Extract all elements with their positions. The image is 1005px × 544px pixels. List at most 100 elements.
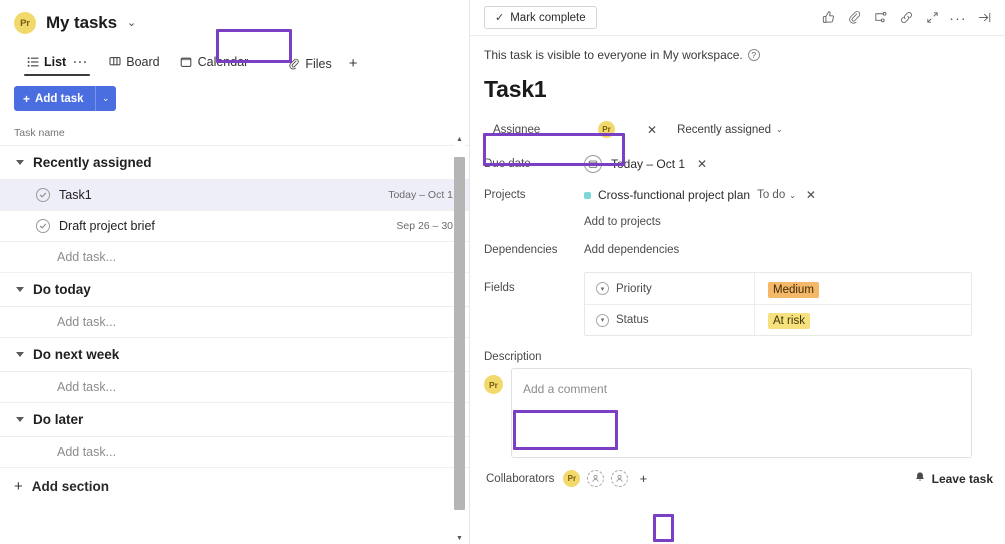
tab-board[interactable]: Board: [98, 51, 169, 76]
priority-badge: Medium: [768, 281, 819, 298]
task-list-scrollbar[interactable]: ▲ ▼: [454, 133, 465, 544]
section-label: Do later: [33, 412, 84, 427]
add-to-projects-group[interactable]: Add to projects: [584, 216, 1005, 228]
project-status-label: To do: [757, 189, 786, 201]
fields-label: Fields: [484, 282, 515, 294]
task-title[interactable]: Task1: [470, 62, 1005, 113]
comment-avatar: Pr: [484, 375, 503, 394]
scroll-down-icon[interactable]: ▼: [454, 532, 465, 544]
help-icon[interactable]: ?: [747, 49, 760, 61]
section-header-recently-assigned[interactable]: Recently assigned: [0, 146, 469, 180]
due-date-label: Due date: [484, 157, 531, 170]
workspace-header: Pr My tasks ⌄ List ··· Board Calendar Fi…: [0, 0, 469, 76]
thumbs-up-icon[interactable]: [815, 5, 841, 31]
add-task-dropdown-button[interactable]: ⌄: [94, 86, 116, 111]
tab-files[interactable]: Files: [281, 57, 337, 71]
collaborator-placeholder-avatar[interactable]: [611, 470, 629, 487]
task-detail-toolbar: ✓ Mark complete ···: [470, 0, 1005, 36]
clear-due-date-button[interactable]: ✕: [694, 157, 710, 171]
tab-list[interactable]: List ···: [16, 51, 98, 76]
clear-assignee-button[interactable]: ✕: [644, 123, 660, 137]
calendar-icon: [584, 154, 602, 173]
project-status-dropdown[interactable]: To do ⌄: [757, 189, 796, 201]
add-task-inline-do-next-week[interactable]: Add task...: [0, 372, 469, 403]
chevron-down-icon: ⌄: [776, 125, 783, 134]
calendar-icon: [180, 56, 193, 69]
add-dependencies-button[interactable]: Add dependencies: [584, 244, 679, 256]
subtask-icon[interactable]: [867, 5, 893, 31]
section-label: Do today: [33, 282, 91, 297]
page-title: My tasks: [46, 13, 118, 32]
task-date: Sep 26 – 30: [396, 220, 453, 232]
section-header-do-today[interactable]: Do today: [0, 273, 469, 307]
close-panel-icon[interactable]: [971, 5, 997, 31]
add-task-label: Add task: [35, 92, 84, 105]
assignee-field[interactable]: Assignee Pr: [484, 114, 624, 145]
workspace-title-row[interactable]: Pr My tasks ⌄: [14, 8, 469, 38]
workspace-avatar: Pr: [14, 12, 36, 34]
add-view-button[interactable]: +: [342, 56, 365, 71]
complete-checkbox-icon[interactable]: [36, 188, 50, 202]
add-task-button[interactable]: + Add task: [14, 86, 95, 111]
leave-task-button[interactable]: Leave task: [914, 471, 993, 486]
due-date-value-group[interactable]: Today – Oct 1 ✕: [584, 154, 1005, 173]
tab-board-label: Board: [126, 55, 160, 69]
field-value-cell[interactable]: At risk: [755, 311, 810, 329]
section-header-do-next-week[interactable]: Do next week: [0, 338, 469, 372]
recently-assigned-dropdown[interactable]: Recently assigned ⌄: [677, 124, 783, 136]
collaborator-placeholder-avatar[interactable]: [587, 470, 605, 487]
status-badge: At risk: [768, 313, 810, 329]
add-dependencies-group[interactable]: Add dependencies: [584, 244, 1005, 256]
scrollbar-thumb[interactable]: [454, 157, 465, 510]
assignee-actions: ✕ Recently assigned ⌄: [624, 123, 1005, 137]
chevron-down-icon[interactable]: [16, 160, 24, 165]
add-section-label: Add section: [31, 479, 110, 494]
projects-row: Projects Cross-functional project plan T…: [470, 181, 1005, 209]
table-row[interactable]: Task1 Today – Oct 1: [0, 180, 469, 211]
add-collaborator-button[interactable]: +: [635, 471, 651, 487]
check-icon: ✓: [495, 12, 505, 24]
complete-checkbox-icon[interactable]: [36, 219, 50, 233]
table-row[interactable]: ▾ Status At risk: [585, 304, 971, 335]
add-task-inline-do-today[interactable]: Add task...: [0, 307, 469, 338]
comment-input[interactable]: Add a comment: [511, 368, 972, 458]
more-options-icon[interactable]: ···: [945, 5, 971, 31]
chevron-down-icon: ⌄: [101, 93, 110, 103]
column-header-task-name: Task name: [0, 123, 469, 146]
paperclip-icon[interactable]: [841, 5, 867, 31]
remove-project-button[interactable]: ✕: [803, 188, 819, 202]
chevron-down-icon[interactable]: [16, 352, 24, 357]
add-task-inline-recently-assigned[interactable]: Add task...: [0, 242, 469, 273]
task-list-pane: Pr My tasks ⌄ List ··· Board Calendar Fi…: [0, 0, 470, 544]
tab-calendar[interactable]: Calendar: [170, 51, 259, 76]
plus-icon: +: [14, 478, 23, 495]
custom-fields-table: ▾ Priority Medium ▾ Status At risk: [584, 272, 972, 336]
priority-label: Priority: [616, 282, 652, 295]
link-icon[interactable]: [893, 5, 919, 31]
field-name-cell: ▾ Priority: [585, 273, 755, 304]
chevron-down-icon[interactable]: [16, 417, 24, 422]
task-name: Draft project brief: [59, 219, 155, 233]
add-section-button[interactable]: + Add section: [0, 468, 469, 505]
chevron-down-icon[interactable]: [16, 287, 24, 292]
add-to-projects-button[interactable]: Add to projects: [584, 216, 661, 228]
field-name-cell: ▾ Status: [585, 305, 755, 335]
mark-complete-button[interactable]: ✓ Mark complete: [484, 6, 597, 29]
task-list: Recently assigned Task1 Today – Oct 1 Dr…: [0, 146, 469, 505]
field-value-cell[interactable]: Medium: [755, 280, 819, 298]
assignee-row: Assignee Pr ✕ Recently assigned ⌄: [470, 113, 1005, 146]
task-date: Today – Oct 1: [388, 189, 453, 201]
app-root: Pr My tasks ⌄ List ··· Board Calendar Fi…: [0, 0, 1005, 544]
expand-icon[interactable]: [919, 5, 945, 31]
recently-assigned-label: Recently assigned: [677, 123, 772, 136]
add-task-inline-do-later[interactable]: Add task...: [0, 437, 469, 468]
chevron-down-icon[interactable]: ⌄: [127, 17, 136, 29]
table-row[interactable]: ▾ Priority Medium: [585, 273, 971, 304]
section-header-do-later[interactable]: Do later: [0, 403, 469, 437]
list-overflow-icon[interactable]: ···: [73, 55, 88, 69]
table-row[interactable]: Draft project brief Sep 26 – 30: [0, 211, 469, 242]
scroll-up-icon[interactable]: ▲: [454, 133, 465, 145]
collaborator-avatar[interactable]: Pr: [563, 470, 581, 487]
project-chip[interactable]: Cross-functional project plan To do ⌄ ✕: [584, 188, 1005, 202]
tab-files-label: Files: [305, 56, 332, 71]
